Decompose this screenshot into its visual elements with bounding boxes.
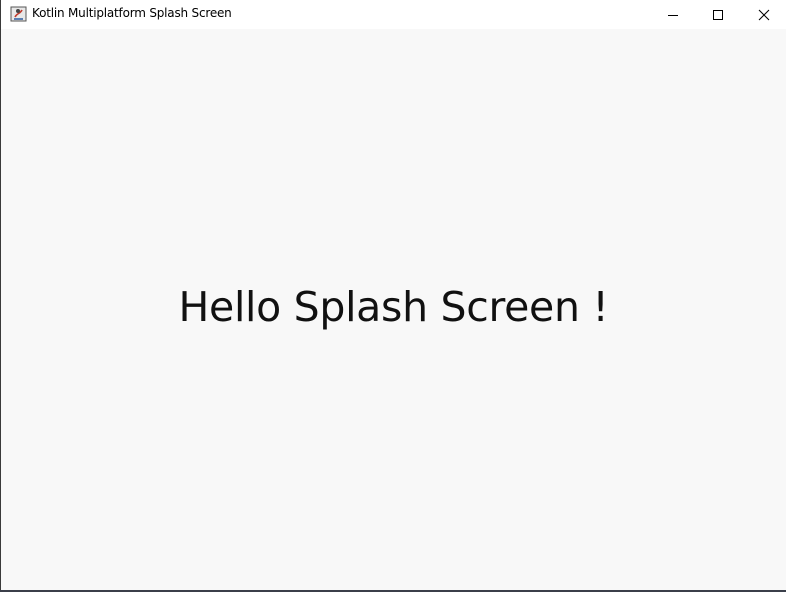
- splash-content: Hello Splash Screen !: [1, 29, 786, 590]
- title-bar[interactable]: Kotlin Multiplatform Splash Screen: [1, 0, 786, 29]
- window-title: Kotlin Multiplatform Splash Screen: [32, 6, 232, 20]
- close-icon: [758, 9, 770, 20]
- splash-message: Hello Splash Screen !: [178, 283, 609, 331]
- maximize-button[interactable]: [695, 0, 741, 29]
- minimize-button[interactable]: [650, 0, 696, 29]
- minimize-icon: [668, 14, 678, 16]
- app-window: Kotlin Multiplatform Splash Screen Hello…: [0, 0, 786, 590]
- close-button[interactable]: [741, 0, 786, 29]
- java-app-icon: [10, 6, 27, 22]
- maximize-icon: [713, 9, 723, 20]
